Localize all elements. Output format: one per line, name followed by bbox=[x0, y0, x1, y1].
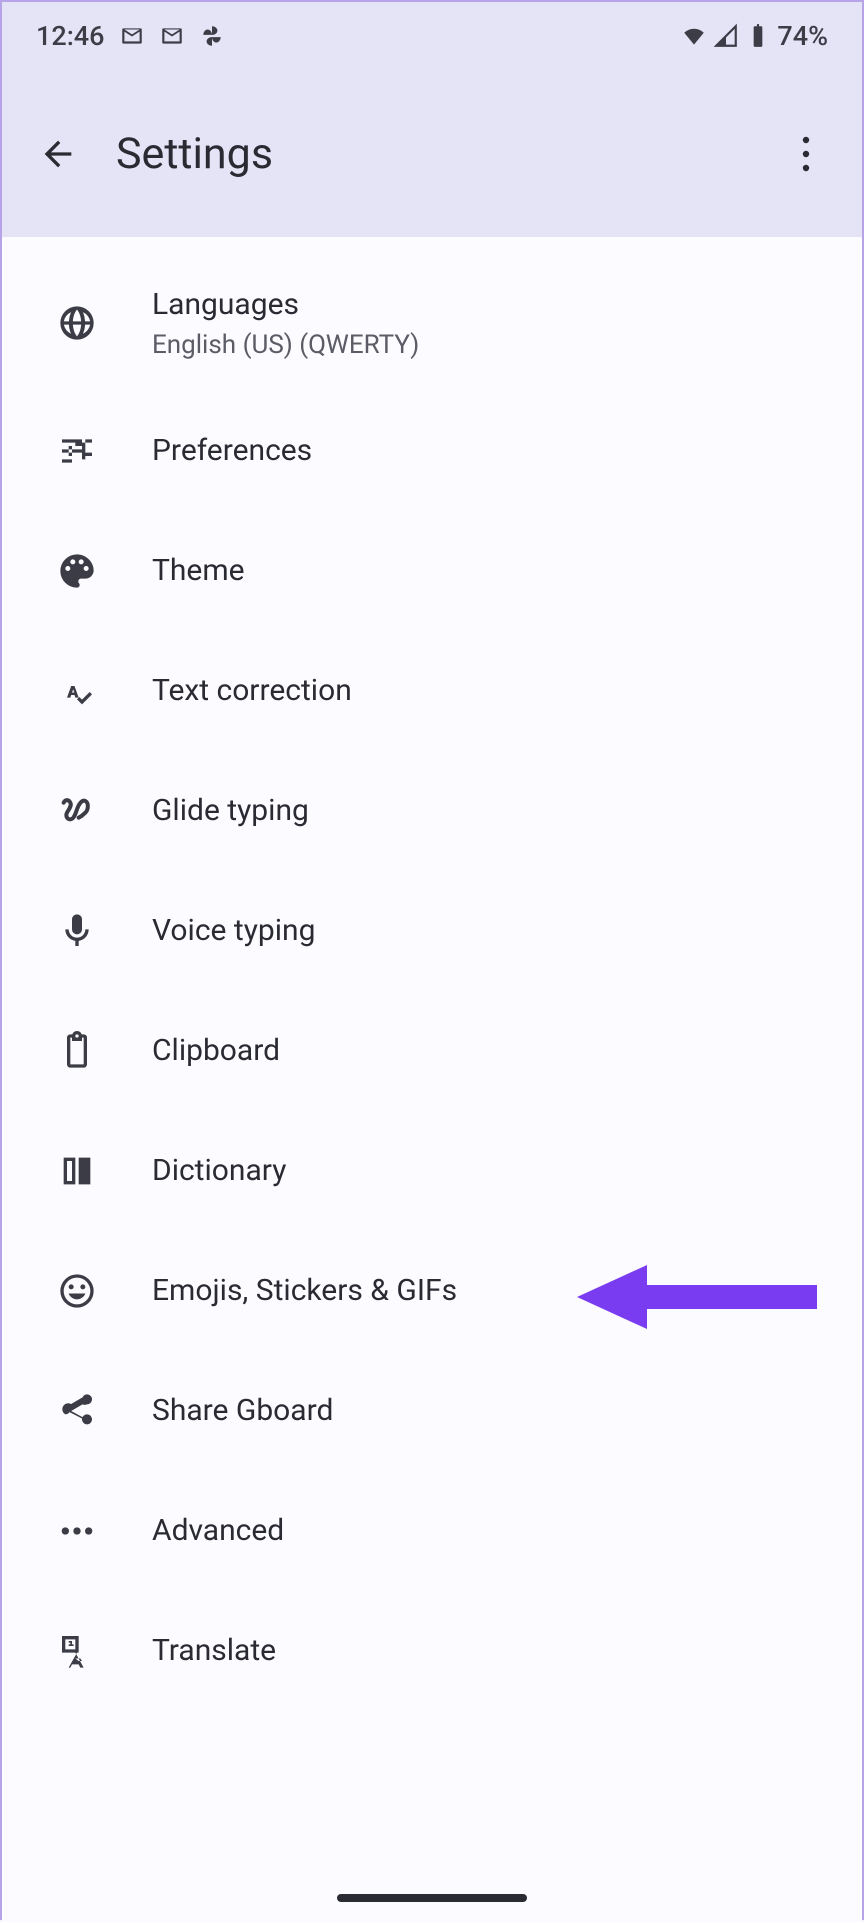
more-horiz-icon bbox=[2, 1511, 152, 1551]
item-title: Preferences bbox=[152, 432, 838, 470]
item-title: Emojis, Stickers & GIFs bbox=[152, 1272, 838, 1310]
settings-item-glide-typing[interactable]: Glide typing bbox=[2, 751, 862, 871]
smiley-icon bbox=[2, 1271, 152, 1311]
item-subtitle: English (US) (QWERTY) bbox=[152, 330, 838, 360]
settings-item-advanced[interactable]: Advanced bbox=[2, 1471, 862, 1591]
mail-icon bbox=[119, 23, 145, 49]
clipboard-icon bbox=[2, 1031, 152, 1071]
arrow-back-icon bbox=[38, 134, 78, 174]
item-title: Translate bbox=[152, 1632, 838, 1670]
mic-icon bbox=[2, 911, 152, 951]
status-left: 12:46 bbox=[36, 20, 225, 52]
item-title: Languages bbox=[152, 286, 838, 324]
item-title: Glide typing bbox=[152, 792, 838, 830]
settings-item-emojis-stickers-gifs[interactable]: Emojis, Stickers & GIFs bbox=[2, 1231, 862, 1351]
settings-list: Languages English (US) (QWERTY) Preferen… bbox=[2, 237, 862, 1922]
item-title: Share Gboard bbox=[152, 1392, 838, 1430]
translate-icon bbox=[2, 1631, 152, 1671]
signal-icon bbox=[713, 23, 739, 49]
palette-icon bbox=[2, 551, 152, 591]
app-bar: Settings bbox=[2, 70, 862, 237]
settings-item-preferences[interactable]: Preferences bbox=[2, 391, 862, 511]
book-icon bbox=[2, 1151, 152, 1191]
item-title: Voice typing bbox=[152, 912, 838, 950]
settings-item-voice-typing[interactable]: Voice typing bbox=[2, 871, 862, 991]
tune-icon bbox=[2, 431, 152, 471]
globe-icon bbox=[2, 303, 152, 343]
gesture-icon bbox=[2, 791, 152, 831]
status-bar: 12:46 74% bbox=[2, 2, 862, 70]
share-icon bbox=[2, 1391, 152, 1431]
status-time: 12:46 bbox=[36, 20, 105, 52]
pinwheel-icon bbox=[199, 23, 225, 49]
spellcheck-icon bbox=[2, 671, 152, 711]
settings-item-translate[interactable]: Translate bbox=[2, 1591, 862, 1711]
mail-icon-2 bbox=[159, 23, 185, 49]
item-title: Advanced bbox=[152, 1512, 838, 1550]
settings-item-theme[interactable]: Theme bbox=[2, 511, 862, 631]
item-title: Text correction bbox=[152, 672, 838, 710]
item-title: Theme bbox=[152, 552, 838, 590]
page-title: Settings bbox=[116, 129, 273, 179]
settings-item-share-gboard[interactable]: Share Gboard bbox=[2, 1351, 862, 1471]
battery-text: 74% bbox=[777, 20, 828, 52]
battery-icon bbox=[745, 23, 771, 49]
settings-item-dictionary[interactable]: Dictionary bbox=[2, 1111, 862, 1231]
gesture-nav-bar bbox=[337, 1894, 527, 1902]
overflow-menu-button[interactable] bbox=[774, 122, 838, 186]
more-vert-icon bbox=[802, 136, 810, 172]
status-right: 74% bbox=[681, 20, 828, 52]
settings-item-text-correction[interactable]: Text correction bbox=[2, 631, 862, 751]
back-button[interactable] bbox=[26, 122, 90, 186]
item-title: Dictionary bbox=[152, 1152, 838, 1190]
wifi-icon bbox=[681, 23, 707, 49]
settings-item-clipboard[interactable]: Clipboard bbox=[2, 991, 862, 1111]
settings-item-languages[interactable]: Languages English (US) (QWERTY) bbox=[2, 255, 862, 391]
item-title: Clipboard bbox=[152, 1032, 838, 1070]
